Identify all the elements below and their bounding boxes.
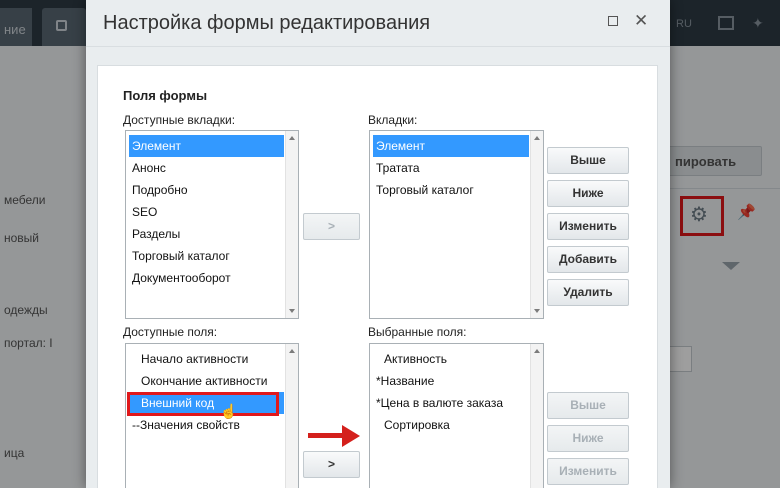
list-item[interactable]: Тратата xyxy=(373,157,529,179)
tab-delete-button[interactable]: Удалить xyxy=(547,279,629,306)
available-tabs-label: Доступные вкладки: xyxy=(123,113,236,127)
scroll-down-icon[interactable] xyxy=(289,309,295,313)
section-title: Поля формы xyxy=(123,88,208,103)
field-down-button[interactable]: Ниже xyxy=(547,425,629,452)
list-item[interactable]: Торговый каталог xyxy=(129,245,284,267)
scroll-up-icon[interactable] xyxy=(289,136,295,140)
add-field-button[interactable]: > xyxy=(303,451,360,478)
list-item[interactable]: Торговый каталог xyxy=(373,179,529,201)
selected-fields-list[interactable]: Активность *Название *Цена в валюте зака… xyxy=(369,343,544,488)
list-item[interactable]: Подробно xyxy=(129,179,284,201)
list-item[interactable]: Активность xyxy=(373,348,529,370)
list-item[interactable]: Элемент xyxy=(373,135,529,157)
scrollbar[interactable] xyxy=(285,344,298,488)
available-tabs-list[interactable]: Элемент Анонс Подробно SEO Разделы Торго… xyxy=(125,130,299,319)
scroll-down-icon[interactable] xyxy=(534,309,540,313)
list-item[interactable]: SEO xyxy=(129,201,284,223)
available-fields-label: Доступные поля: xyxy=(123,325,218,339)
red-arrow-head-icon xyxy=(342,425,360,447)
maximize-icon[interactable] xyxy=(608,16,618,26)
list-item[interactable]: Сортировка xyxy=(373,414,529,436)
list-item[interactable]: Окончание активности xyxy=(129,370,284,392)
list-item[interactable]: --Значения свойств xyxy=(129,414,284,436)
tab-up-button[interactable]: Выше xyxy=(547,147,629,174)
tab-down-button[interactable]: Ниже xyxy=(547,180,629,207)
tab-add-button[interactable]: Добавить xyxy=(547,246,629,273)
list-item[interactable]: Документооборот xyxy=(129,267,284,289)
red-arrow-icon xyxy=(308,433,346,438)
field-up-button[interactable]: Выше xyxy=(547,392,629,419)
list-item[interactable]: *Цена в валюте заказа xyxy=(373,392,529,414)
close-icon[interactable]: ✕ xyxy=(634,11,648,31)
list-item[interactable]: Разделы xyxy=(129,223,284,245)
scroll-up-icon[interactable] xyxy=(534,349,540,353)
list-item[interactable]: Элемент xyxy=(129,135,284,157)
scroll-up-icon[interactable] xyxy=(534,136,540,140)
scrollbar[interactable] xyxy=(285,131,298,318)
cursor-icon: ☝ xyxy=(220,403,238,419)
scroll-up-icon[interactable] xyxy=(289,349,295,353)
list-item[interactable]: Анонс xyxy=(129,157,284,179)
scrollbar[interactable] xyxy=(530,131,543,318)
dialog-title: Настройка формы редактирования xyxy=(103,12,431,34)
tabs-label: Вкладки: xyxy=(368,113,418,127)
selected-fields-label: Выбранные поля: xyxy=(368,325,467,339)
list-item[interactable]: *Название xyxy=(373,370,529,392)
tab-edit-button[interactable]: Изменить xyxy=(547,213,629,240)
add-tab-button[interactable]: > xyxy=(303,213,360,240)
field-highlight-box xyxy=(127,392,279,416)
dialog-content: Поля формы Доступные вкладки: Элемент Ан… xyxy=(97,65,658,488)
scrollbar[interactable] xyxy=(530,344,543,488)
tabs-list[interactable]: Элемент Тратата Торговый каталог xyxy=(369,130,544,319)
dialog-header: Настройка формы редактирования ✕ xyxy=(86,0,670,47)
list-item[interactable]: Начало активности xyxy=(129,348,284,370)
field-edit-button[interactable]: Изменить xyxy=(547,458,629,485)
